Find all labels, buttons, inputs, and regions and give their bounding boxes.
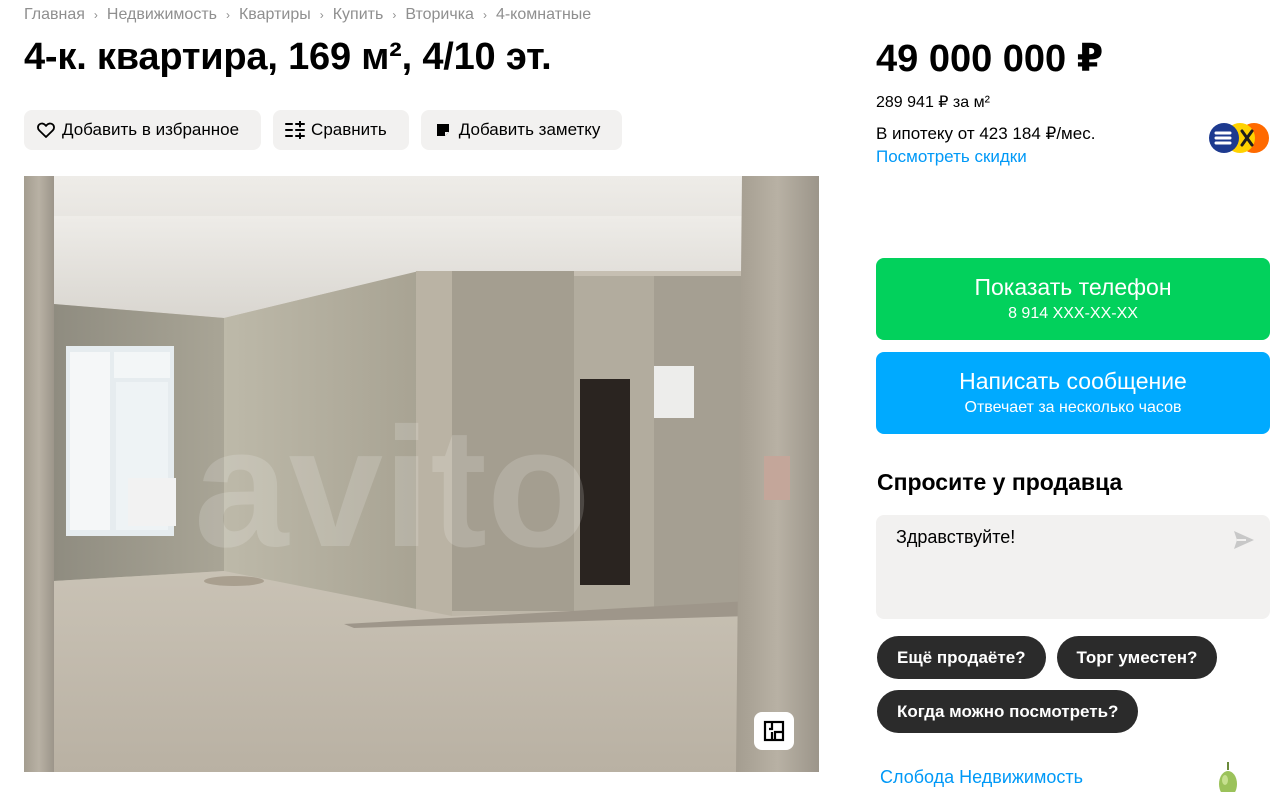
breadcrumb-buy[interactable]: Купить (333, 6, 384, 24)
seller-message-box (876, 515, 1270, 619)
chevron-right-icon: › (319, 8, 324, 22)
write-message-label: Написать сообщение (959, 368, 1187, 394)
chevron-right-icon: › (225, 8, 230, 22)
add-note-label: Добавить заметку (458, 120, 601, 139)
ask-seller-title: Спросите у продавца (877, 469, 1123, 495)
send-icon[interactable] (1232, 529, 1256, 551)
breadcrumb-home[interactable]: Главная (24, 6, 85, 24)
response-time-text: Отвечает за несколько часов (964, 399, 1182, 416)
seller-avatar[interactable] (1210, 762, 1246, 792)
bank-logo-icon[interactable] (1208, 122, 1272, 154)
chevron-right-icon: › (482, 8, 487, 22)
quick-questions: Ещё продаёте? Торг уместен? Когда можно … (877, 636, 1271, 733)
floor-plan-button[interactable] (754, 712, 794, 750)
floor-plan-icon (763, 720, 785, 742)
masked-phone-number: 8 914 XXX-XX-XX (1008, 305, 1138, 322)
breadcrumb: Главная › Недвижимость › Квартиры › Купи… (24, 6, 591, 24)
chevron-right-icon: › (93, 8, 98, 22)
quick-question-chip[interactable]: Когда можно посмотреть? (877, 690, 1139, 733)
write-message-button[interactable]: Написать сообщение Отвечает за несколько… (876, 352, 1270, 434)
listing-title: 4-к. квартира, 169 м², 4/10 эт. (24, 36, 552, 78)
show-phone-label: Показать телефон (974, 274, 1172, 300)
listing-photo[interactable]: avito (24, 176, 819, 772)
seller-message-input[interactable] (876, 515, 1230, 619)
seller-name-link[interactable]: Слобода Недвижимость (880, 767, 1083, 788)
show-phone-button[interactable]: Показать телефон 8 914 XXX-XX-XX (876, 258, 1270, 340)
add-note-button[interactable]: Добавить заметку (420, 110, 623, 150)
price-per-m2: 289 941 ₽ за м² (876, 94, 990, 111)
note-icon (433, 120, 453, 140)
compare-label: Сравнить (311, 120, 387, 139)
breadcrumb-apartments[interactable]: Квартиры (239, 6, 311, 24)
compare-button[interactable]: Сравнить (273, 110, 409, 150)
apartment-photo-image: avito (24, 176, 819, 772)
compare-icon (285, 120, 306, 140)
view-discounts-link[interactable]: Посмотреть скидки (876, 147, 1027, 167)
add-to-favorites-label: Добавить в избранное (62, 120, 240, 139)
chevron-right-icon: › (392, 8, 397, 22)
mortgage-text: В ипотеку от 423 184 ₽/мес. (876, 124, 1096, 143)
quick-question-chip[interactable]: Ещё продаёте? (877, 636, 1046, 679)
listing-price: 49 000 000 ₽ (876, 38, 1104, 80)
breadcrumb-secondary[interactable]: Вторичка (405, 6, 474, 24)
heart-icon (36, 120, 56, 140)
breadcrumb-real-estate[interactable]: Недвижимость (107, 6, 217, 24)
avito-watermark: avito (194, 393, 591, 583)
breadcrumb-4-rooms[interactable]: 4-комнатные (496, 6, 591, 24)
add-to-favorites-button[interactable]: Добавить в избранное (24, 110, 262, 150)
listing-actions: Добавить в избранное Сравнить Добавить з… (24, 110, 623, 150)
quick-question-chip[interactable]: Торг уместен? (1056, 636, 1218, 679)
